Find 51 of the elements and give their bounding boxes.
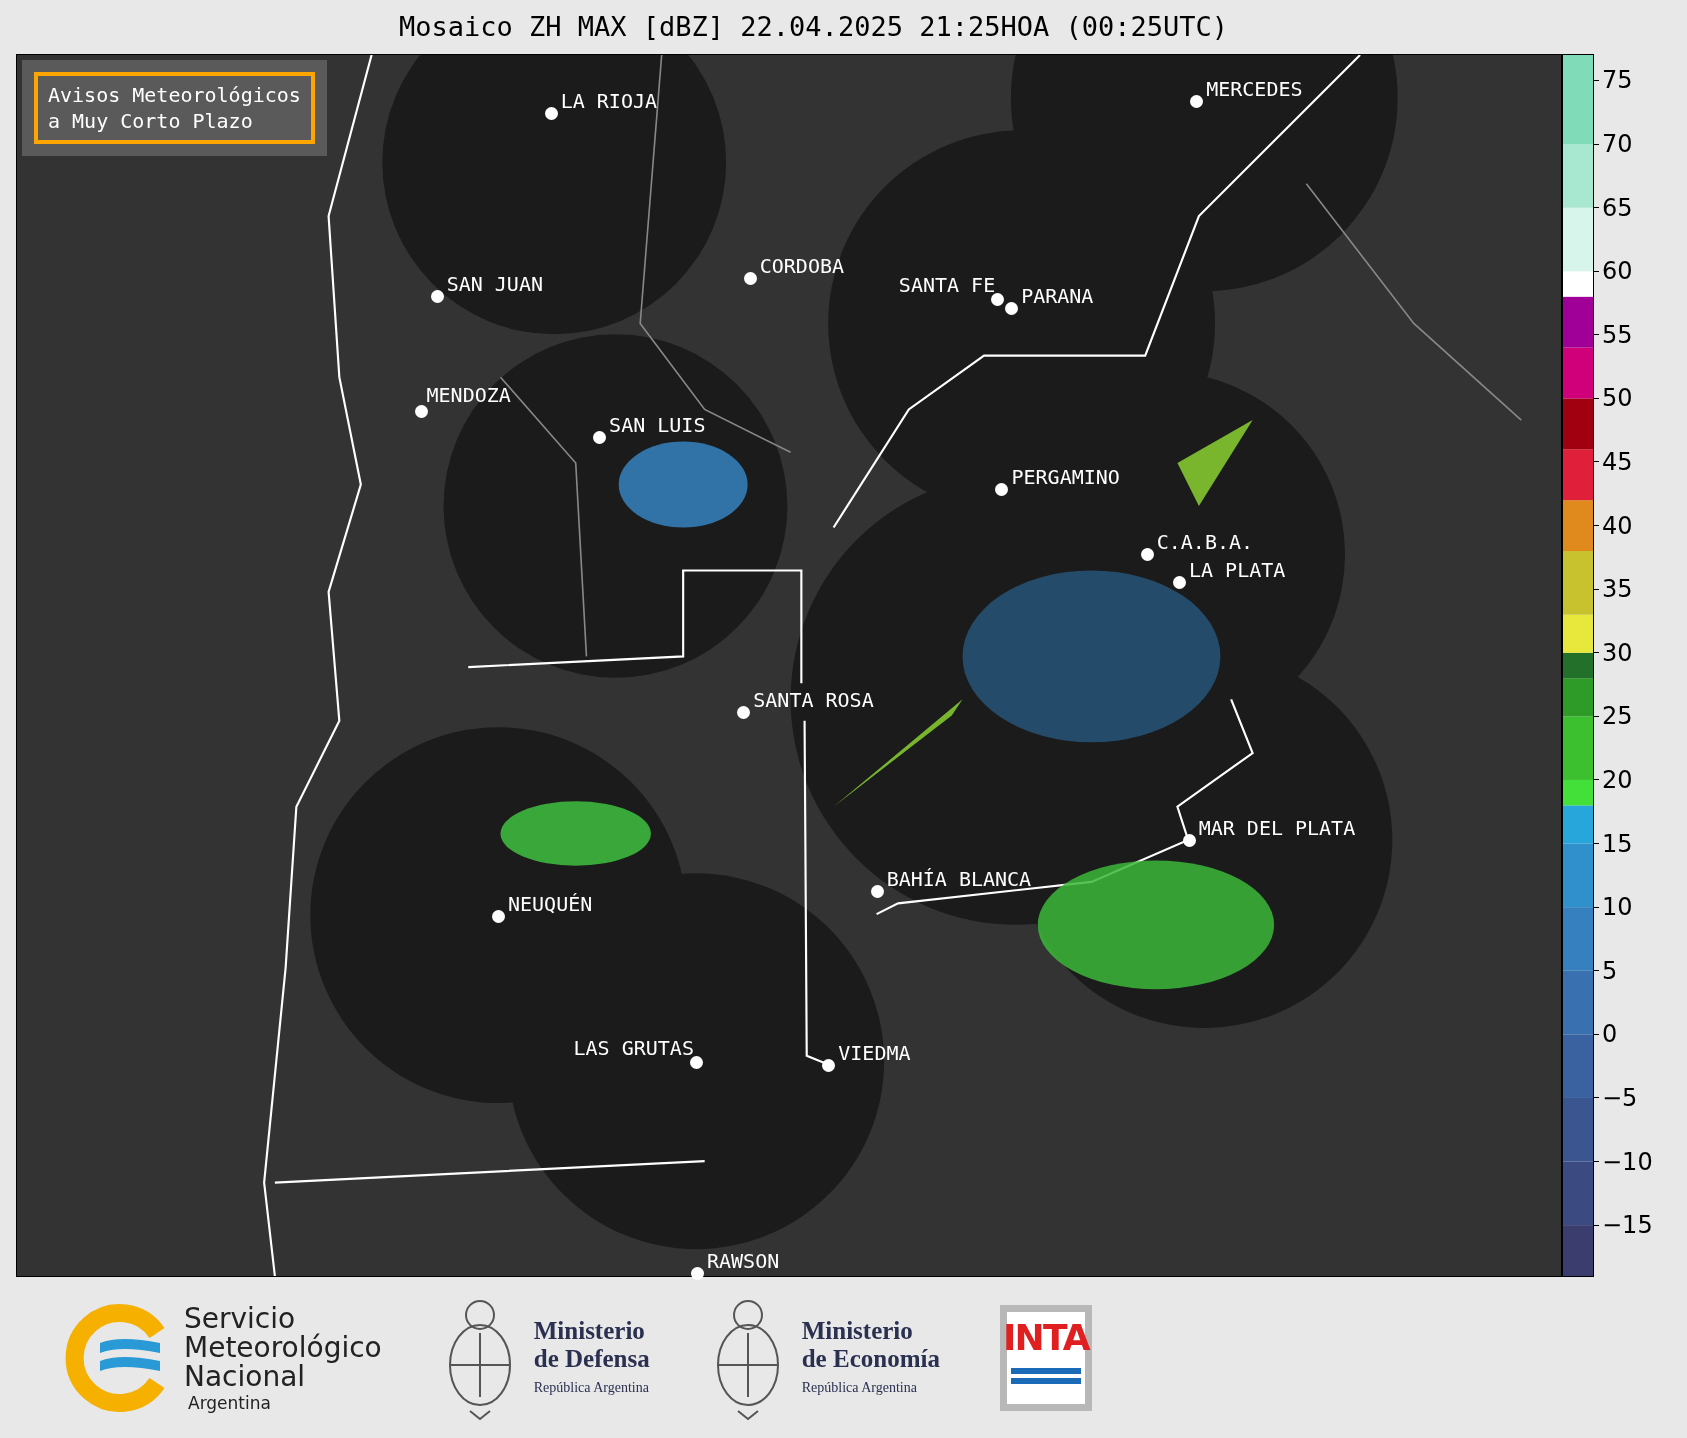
logo-text: República Argentina — [533, 1379, 650, 1397]
colorbar-tick-label: 45 — [1602, 449, 1633, 475]
colorbar-tick-label: −10 — [1602, 1148, 1653, 1175]
colorbar-tick-label: 20 — [1602, 766, 1633, 793]
city-label: SAN LUIS — [609, 414, 706, 435]
colorbar-tick-label: −15 — [1602, 1212, 1653, 1239]
city-label: VIEDMA — [838, 1043, 911, 1064]
city-label: LA PLATA — [1189, 560, 1286, 581]
colorbar-tick-label: 65 — [1602, 194, 1633, 221]
colorbar-tick-label: 70 — [1602, 131, 1633, 158]
logo-text: Meteorológico — [184, 1332, 382, 1362]
city-label: MENDOZA — [426, 385, 511, 406]
logo-text: Argentina — [188, 1394, 272, 1412]
city-label: PERGAMINO — [1011, 466, 1120, 487]
colorbar-tick-label: 60 — [1602, 258, 1633, 285]
city-label: CORDOBA — [759, 255, 844, 276]
city-label: LAS GRUTAS — [573, 1037, 694, 1058]
logo-text: de Defensa — [533, 1345, 650, 1373]
city-label: NEUQUÉN — [507, 893, 593, 914]
notice-text: a Muy Corto Plazo — [48, 108, 254, 134]
logo-text: República Argentina — [801, 1379, 918, 1397]
colorbar-tick-label: −5 — [1602, 1084, 1638, 1111]
city-label: BAHÍA BLANCA — [886, 868, 1032, 889]
colorbar-tick-label: 10 — [1602, 894, 1633, 921]
inta-logo: INTA — [999, 1304, 1092, 1411]
city-label: MERCEDES — [1206, 79, 1303, 100]
notice-text: Avisos Meteorológicos — [48, 82, 301, 108]
city-label: PARANA — [1021, 285, 1094, 306]
colorbar-tick-label: 40 — [1602, 512, 1633, 539]
logo-text: Ministerio — [801, 1317, 914, 1345]
logo-text: Ministerio — [533, 1317, 646, 1345]
city-label: SANTA ROSA — [753, 690, 874, 711]
colorbar-tick-label: 15 — [1602, 830, 1633, 857]
colorbar-tick-label: 75 — [1602, 67, 1633, 94]
city-label: LA RIOJA — [560, 91, 657, 112]
colorbar-tick-label: 5 — [1602, 957, 1618, 984]
colorbar-tick-label: 30 — [1602, 639, 1633, 666]
colorbar-tick-label: 35 — [1602, 576, 1633, 603]
logo-text: Nacional — [184, 1361, 306, 1391]
logo-text: Servicio — [184, 1303, 296, 1333]
colorbar-tick-label: 25 — [1602, 703, 1633, 730]
chart-title: Mosaico ZH MAX [dBZ] 22.04.2025 21:25HOA (00:25UTC) — [399, 9, 1228, 44]
city-label: MAR DEL PLATA — [1198, 818, 1356, 839]
city-label: SAN JUAN — [446, 274, 543, 294]
city-label: RAWSON — [707, 1250, 780, 1271]
colorbar-tick-label: 50 — [1602, 385, 1633, 412]
city-label: C.A.B.A. — [1156, 532, 1254, 553]
logo-text: de Economía — [801, 1345, 940, 1373]
colorbar-tick-label: 55 — [1602, 321, 1633, 348]
city-label: SANTA FE — [898, 275, 996, 296]
colorbar-tick-label: 0 — [1602, 1021, 1618, 1048]
